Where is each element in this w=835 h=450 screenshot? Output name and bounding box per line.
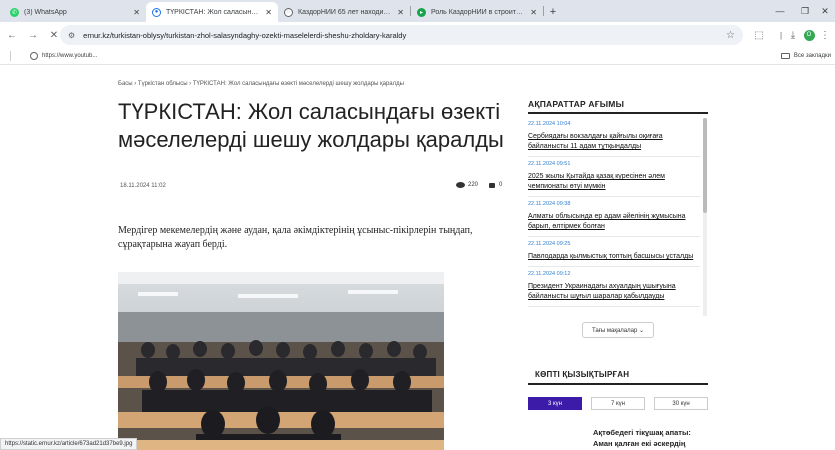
minimize-icon[interactable]: — (767, 0, 793, 22)
url-text[interactable]: ernur.kz/turkistan-oblysy/turkistan-zhol… (83, 31, 406, 40)
comment-icon (489, 182, 495, 188)
news-title-link[interactable]: Президент Украинадағы ахуалдың ушығуына … (528, 282, 700, 302)
site-favicon-icon: ● (152, 7, 161, 17)
address-bar[interactable]: ⚙ ernur.kz/turkistan-oblysy/turkistan-zh… (60, 25, 743, 45)
close-icon[interactable]: ✕ (265, 8, 272, 17)
tab-label: КаздорНИИ 65 лет находится (298, 8, 392, 16)
avatar-letter: O (803, 29, 815, 41)
bookmark-star-icon[interactable]: ☆ (726, 30, 735, 41)
flag-icon: ▸ (417, 7, 426, 17)
news-item[interactable]: 22.11.2024 09:25 Павлодарда қылмыстық то… (528, 240, 700, 267)
bookmarks-bar: https://www.youtub... Все закладки (0, 48, 835, 65)
close-icon[interactable]: ✕ (133, 8, 140, 17)
globe-icon (30, 52, 38, 60)
extensions-icon[interactable]: ⬚ (750, 26, 768, 44)
popular-heading: КӨПТІ ҚЫЗЫҚТЫРҒАН (535, 370, 630, 379)
eye-icon (456, 182, 465, 188)
article-title: ТҮРКІСТАН: Жол саласындағы өзекті мәселе… (118, 99, 504, 152)
page-content: Басы › Түркістан облысы › ТҮРКІСТАН: Жол… (0, 66, 835, 450)
close-icon[interactable]: ✕ (397, 8, 404, 17)
tab-article[interactable]: ● ТҮРКІСТАН: Жол саласындағы ✕ (146, 2, 278, 22)
popular-period-tabs: 3 күн 7 күн 30 күн (528, 397, 708, 410)
article-lead: Мердігер мекемелердің және аудан, қала ә… (118, 225, 473, 250)
bookmark-youtube[interactable]: https://www.youtub... (30, 52, 97, 60)
tab-3-days[interactable]: 3 күн (528, 397, 582, 410)
address-toolbar: ← → ✕ ⚙ ernur.kz/turkistan-oblysy/turkis… (0, 22, 835, 48)
news-item[interactable]: 22.11.2024 09:38 Алматы облысында ер ада… (528, 200, 700, 237)
news-scrollbar-thumb[interactable] (703, 118, 707, 213)
news-time: 22.11.2024 09:38 (528, 201, 571, 207)
tab-strip: ✆ (3) WhatsApp ✕ ● ТҮРКІСТАН: Жол саласы… (0, 0, 835, 22)
news-title-link[interactable]: 2025 жылы Қытайда қазақ күресінен әлем ч… (528, 172, 700, 192)
article-date: 18.11.2024 11:02 (120, 183, 166, 189)
news-item[interactable]: 22.11.2024 09:51 2025 жылы Қытайда қазақ… (528, 160, 700, 197)
news-title-link[interactable]: Павлодарда қылмыстық топтың басшысы ұста… (528, 252, 700, 262)
article-photo[interactable] (118, 272, 444, 450)
views-count: 220 (468, 182, 479, 188)
news-time: 22.11.2024 09:25 (528, 241, 571, 247)
news-feed-list: 22.11.2024 10:04 Сербиядағы вокзалдағы қ… (528, 120, 700, 316)
tab-kazdornii-role[interactable]: ▸ Роль КаздорНИИ в строительс ✕ (411, 2, 543, 22)
folder-icon (780, 53, 790, 59)
bookmarks-divider (10, 51, 11, 61)
close-icon[interactable]: ✕ (530, 8, 537, 17)
news-time: 22.11.2024 09:12 (528, 271, 571, 277)
tab-kazdornii-65[interactable]: ◌ КаздорНИИ 65 лет находится ✕ (278, 2, 410, 22)
window-close-icon[interactable]: ✕ (812, 0, 835, 22)
popular-divider (528, 383, 708, 385)
new-tab-icon[interactable]: + (544, 2, 562, 22)
whatsapp-icon: ✆ (10, 7, 19, 17)
conference-hall-illustration (118, 272, 444, 450)
site-info-icon[interactable]: ⚙ (68, 31, 75, 40)
menu-kebab-icon[interactable]: ⋮ (816, 26, 834, 44)
comments-count: 0 (499, 182, 503, 188)
news-time: 22.11.2024 10:04 (528, 121, 571, 127)
news-item[interactable]: 22.11.2024 09:12 Президент Украинадағы а… (528, 270, 700, 307)
globe-icon: ◌ (284, 7, 293, 17)
all-bookmarks-button[interactable]: Все закладки (780, 53, 831, 59)
popular-article-link[interactable]: Ақтөбедегі тікұшақ апаты: Аман қалған ек… (593, 427, 703, 449)
news-feed-heading: АҚПАРАТТАР АҒЫМЫ (528, 99, 625, 109)
tab-label: Роль КаздорНИИ в строительс (431, 8, 525, 16)
news-title-link[interactable]: Сербиядағы вокзалдағы қайғылы оқиғаға ба… (528, 132, 700, 152)
news-item[interactable]: 22.11.2024 10:04 Сербиядағы вокзалдағы қ… (528, 120, 700, 157)
tab-whatsapp[interactable]: ✆ (3) WhatsApp ✕ (4, 2, 146, 22)
news-title-link[interactable]: Алматы облысында ер адам әйелінің жұмысы… (528, 212, 700, 232)
views-counter: 220 (456, 182, 478, 188)
news-time: 22.11.2024 09:51 (528, 161, 571, 167)
tab-label: ТҮРКІСТАН: Жол саласындағы (166, 8, 260, 16)
bookmark-label: https://www.youtub... (42, 53, 98, 59)
forward-arrow-icon[interactable]: → (24, 26, 42, 44)
news-feed-divider (528, 112, 708, 114)
all-bookmarks-label: Все закладки (793, 53, 831, 59)
comments-counter[interactable]: 0 (489, 182, 502, 188)
tab-7-days[interactable]: 7 күн (591, 397, 645, 410)
status-bar-url: https://static.ernur.kz/article/673ad21d… (0, 438, 138, 450)
more-articles-button[interactable]: Тағы мақалалар ⌄ (582, 322, 654, 338)
back-arrow-icon[interactable]: ← (3, 26, 21, 44)
tab-30-days[interactable]: 30 күн (654, 397, 708, 410)
breadcrumb[interactable]: Басы › Түркістан облысы › ТҮРКІСТАН: Жол… (118, 81, 404, 87)
tab-label: (3) WhatsApp (24, 8, 67, 16)
browser-window: ✆ (3) WhatsApp ✕ ● ТҮРКІСТАН: Жол саласы… (0, 0, 835, 450)
